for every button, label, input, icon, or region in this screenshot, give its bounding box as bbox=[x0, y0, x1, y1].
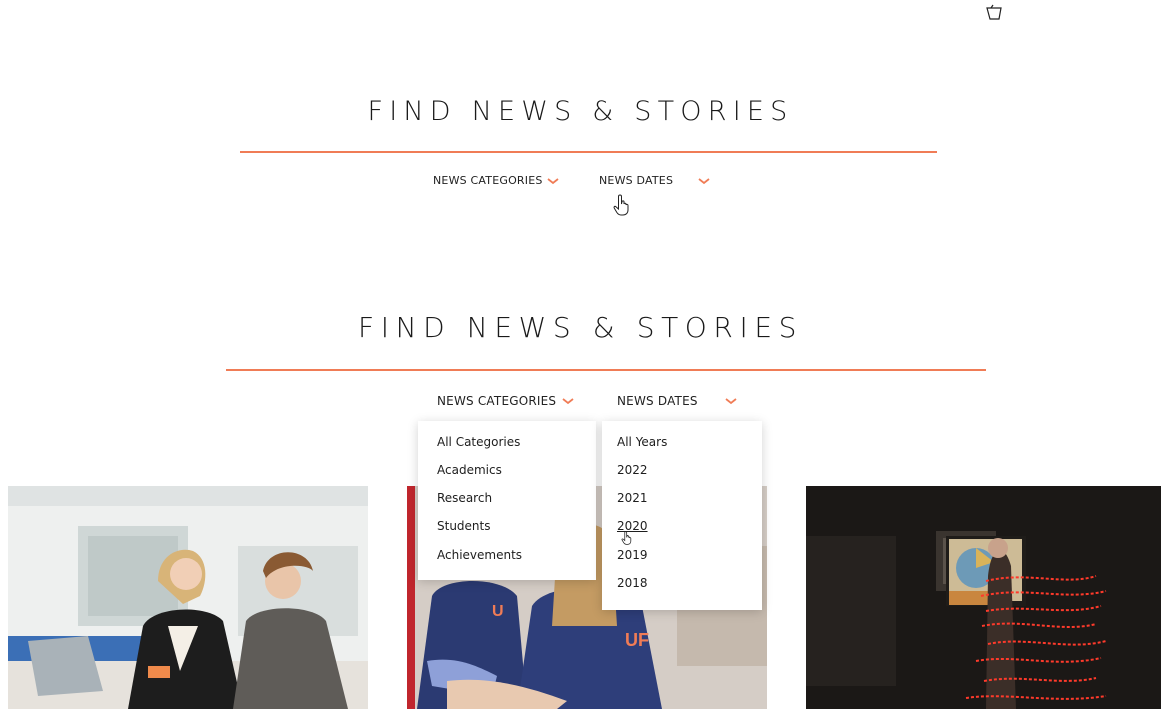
news-dates-toggle[interactable]: NEWS DATES bbox=[617, 394, 698, 408]
photo-light-painting bbox=[806, 486, 1161, 709]
categories-dropdown-menu: All Categories Academics Research Studen… bbox=[418, 421, 596, 580]
dropdown-option-all-years[interactable]: All Years bbox=[617, 435, 667, 449]
chevron-down-icon[interactable] bbox=[546, 176, 560, 186]
dates-dropdown-menu: All Years 2022 2021 2020 2019 2018 bbox=[602, 421, 762, 610]
chevron-down-icon[interactable] bbox=[724, 396, 738, 406]
photo-students-laptop bbox=[8, 486, 368, 709]
dropdown-option-2019[interactable]: 2019 bbox=[617, 548, 648, 562]
svg-text:UF: UF bbox=[625, 630, 649, 650]
title-divider bbox=[226, 369, 986, 371]
cursor-icon bbox=[986, 4, 1002, 20]
section-title: FIND NEWS & STORIES bbox=[358, 311, 803, 344]
svg-text:U: U bbox=[492, 603, 504, 620]
hand-cursor-icon bbox=[613, 194, 629, 216]
news-categories-toggle[interactable]: NEWS CATEGORIES bbox=[433, 174, 543, 187]
chevron-down-icon[interactable] bbox=[697, 176, 711, 186]
hand-cursor-icon bbox=[621, 531, 632, 545]
dropdown-option-students[interactable]: Students bbox=[437, 519, 491, 533]
title-divider bbox=[240, 151, 937, 153]
dropdown-option-2018[interactable]: 2018 bbox=[617, 576, 648, 590]
page-title: FIND NEWS & STORIES bbox=[367, 96, 794, 127]
dropdown-option-2021[interactable]: 2021 bbox=[617, 491, 648, 505]
dropdown-option-achievements[interactable]: Achievements bbox=[437, 548, 522, 562]
dropdown-option-academics[interactable]: Academics bbox=[437, 463, 502, 477]
dropdown-option-all-categories[interactable]: All Categories bbox=[437, 435, 520, 449]
news-categories-toggle[interactable]: NEWS CATEGORIES bbox=[437, 394, 556, 408]
news-card-image[interactable] bbox=[806, 486, 1161, 709]
news-dates-toggle[interactable]: NEWS DATES bbox=[599, 174, 673, 187]
news-card-image[interactable] bbox=[8, 486, 368, 709]
chevron-down-icon[interactable] bbox=[561, 396, 575, 406]
dropdown-option-research[interactable]: Research bbox=[437, 491, 492, 505]
dropdown-option-2022[interactable]: 2022 bbox=[617, 463, 648, 477]
